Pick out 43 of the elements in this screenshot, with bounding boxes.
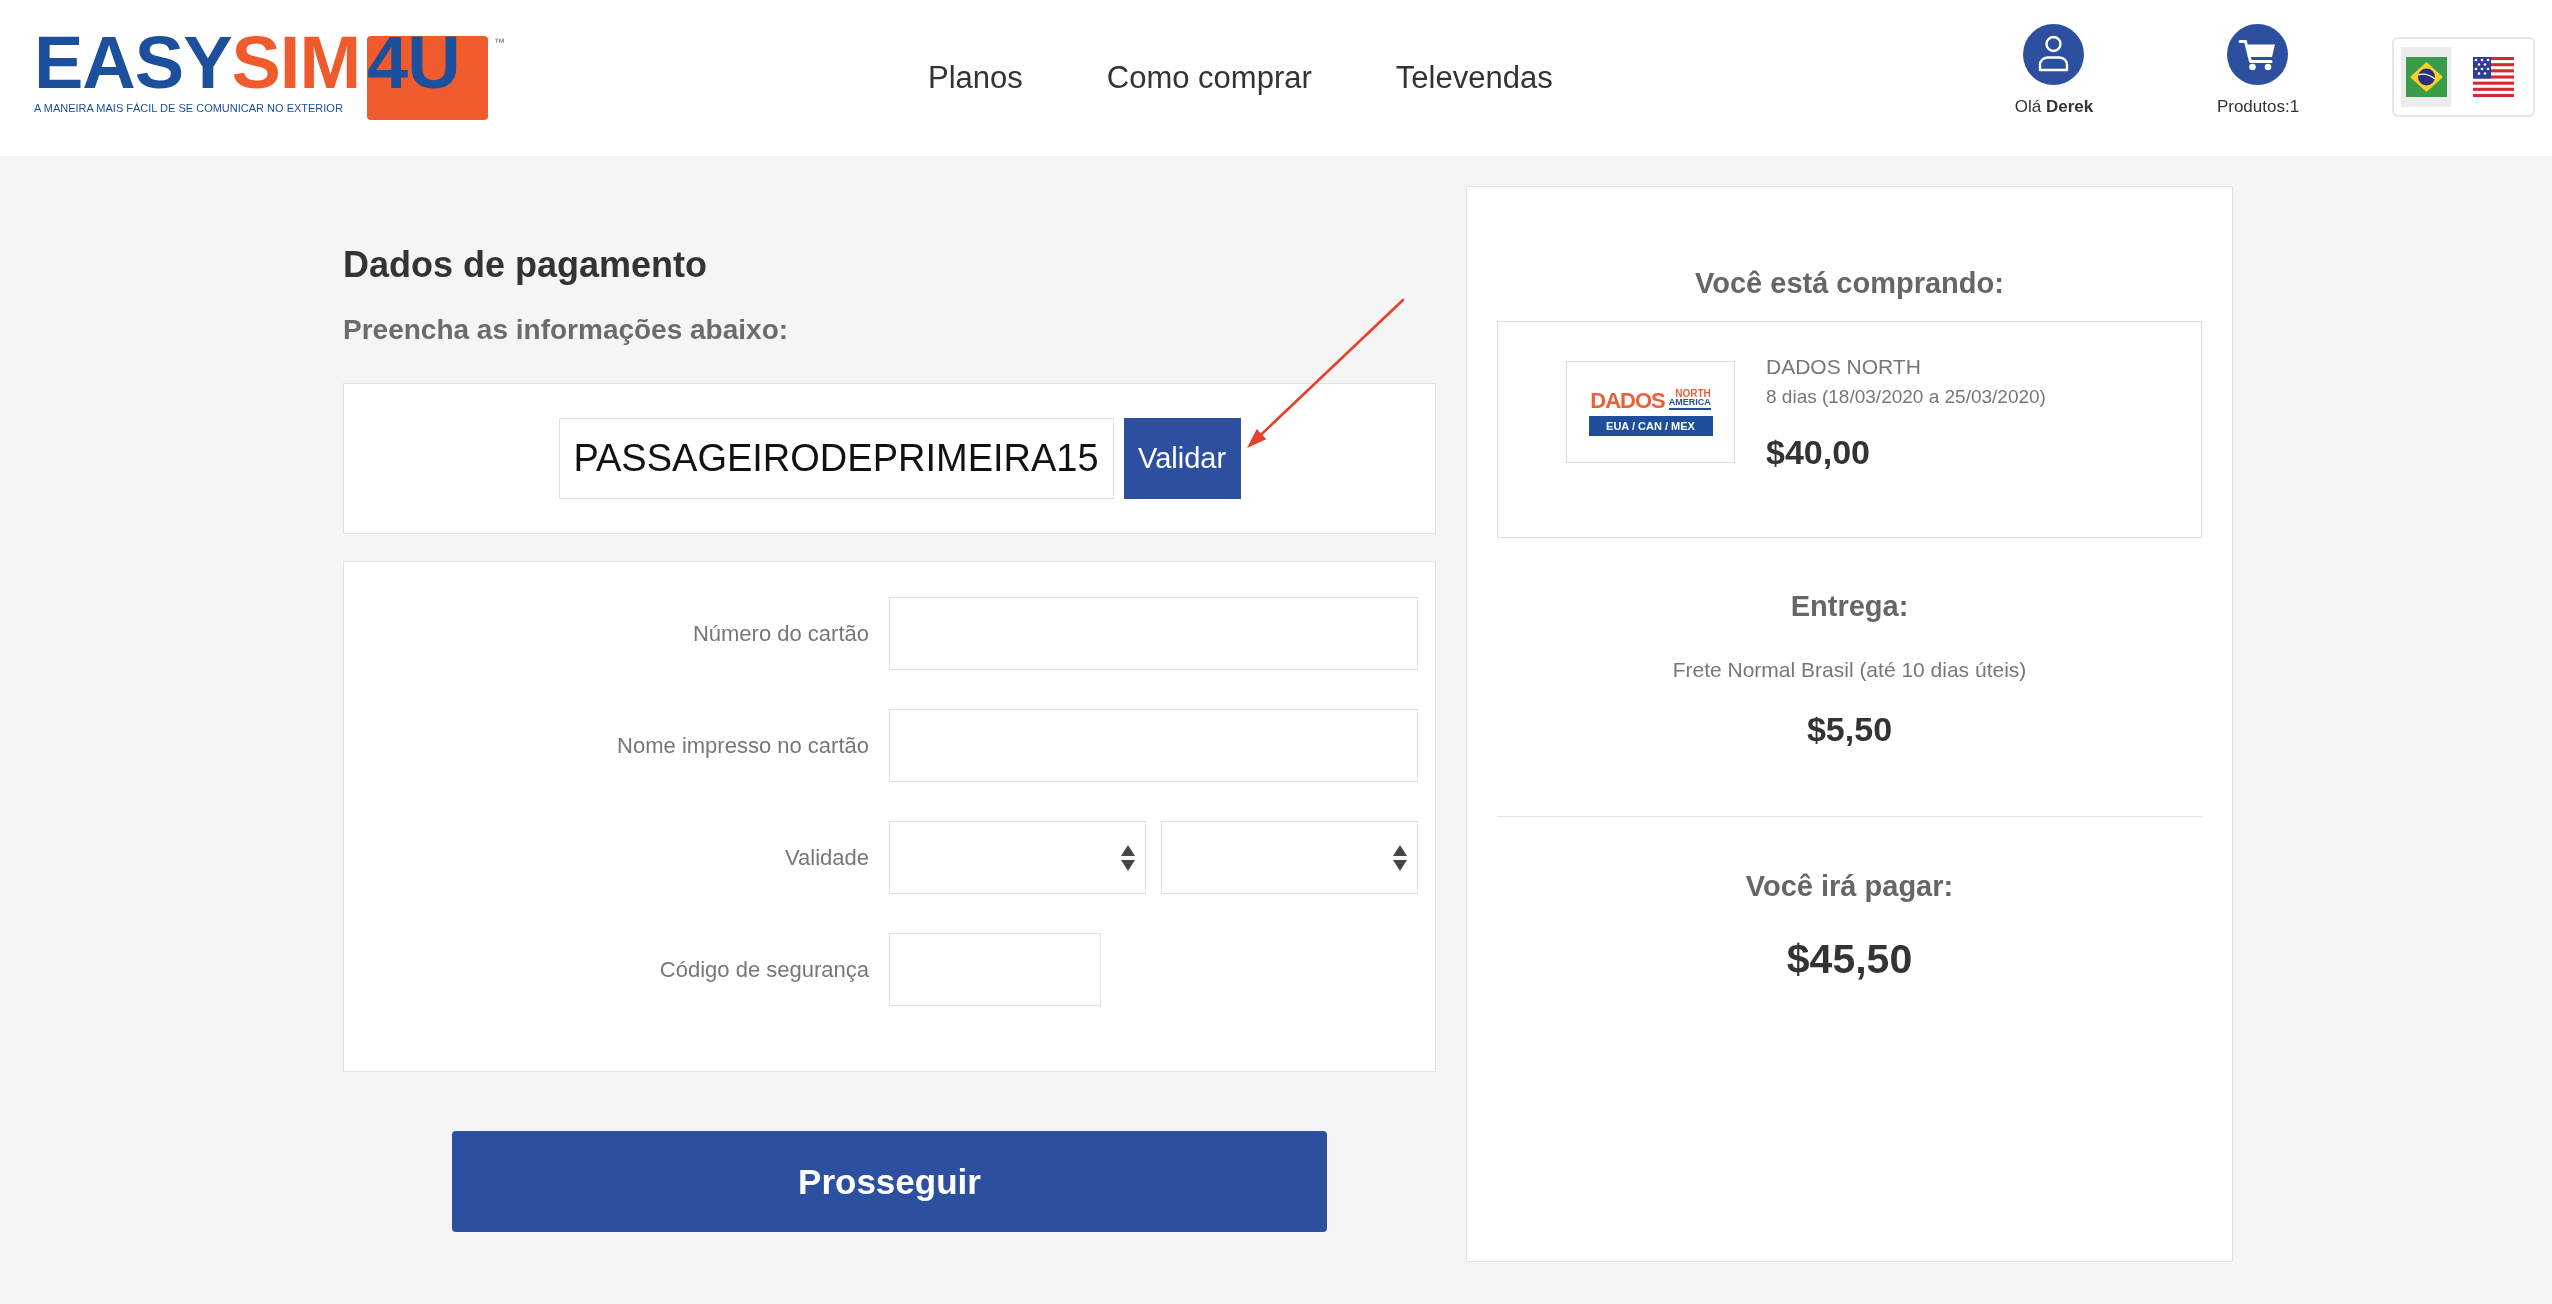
product-image-text: AMERICA bbox=[1668, 397, 1711, 410]
product-price: $40,00 bbox=[1766, 432, 1870, 473]
delivery-price: $5,50 bbox=[1805, 709, 1894, 749]
validate-button[interactable]: Validar bbox=[1123, 418, 1241, 499]
field-label: Código de segurança bbox=[659, 956, 869, 983]
field-label: Nome impresso no cartão bbox=[617, 732, 869, 759]
logo-tagline: A MANEIRA MAIS FÁCIL DE SE COMUNICAR NO EXTERIOR bbox=[34, 103, 343, 114]
cart-icon[interactable] bbox=[2227, 24, 2289, 85]
product-image-title: DADOS bbox=[1590, 391, 1665, 410]
continue-button[interactable]: Prosseguir bbox=[452, 1131, 1327, 1232]
section-heading: Entrega: bbox=[1789, 589, 1910, 624]
select-arrows-icon[interactable] bbox=[1393, 844, 1407, 871]
us-flag-icon[interactable] bbox=[2472, 57, 2514, 97]
section-heading: Você está comprando: bbox=[1694, 266, 2005, 301]
nav-link[interactable]: Planos bbox=[928, 59, 1023, 97]
product-image-band: EUA / CAN / MEX bbox=[1588, 415, 1713, 436]
input-field[interactable] bbox=[889, 933, 1101, 1006]
page-title: Dados de pagamento bbox=[343, 243, 709, 287]
language-button[interactable] bbox=[2401, 47, 2451, 107]
input-field[interactable] bbox=[889, 597, 1418, 670]
logo-badge: 4U bbox=[367, 36, 488, 120]
select-field[interactable] bbox=[889, 821, 1146, 894]
brazil-flag-icon[interactable] bbox=[2405, 57, 2447, 97]
page-subtitle: Preencha as informações abaixo: bbox=[343, 313, 790, 347]
product-duration: 8 dias (18/03/2020 a 25/03/2020) bbox=[1766, 385, 2046, 409]
product-name: DADOS NORTH bbox=[1766, 354, 1921, 380]
field-label: Número do cartão bbox=[692, 620, 869, 647]
account-link[interactable]: Olá Derek bbox=[2014, 24, 2094, 117]
total-price: $45,50 bbox=[1785, 935, 1914, 984]
trademark-sign: ™ bbox=[494, 37, 505, 48]
logo-wordmark: EASYSIM bbox=[34, 36, 361, 90]
coupon-field[interactable]: PASSAGEIRODEPRIMEIRA15 bbox=[558, 418, 1114, 499]
field-label: Validade bbox=[785, 844, 869, 871]
nav-link[interactable]: Televendas bbox=[1395, 59, 1553, 97]
cart-link[interactable]: Produtos:1 bbox=[2216, 24, 2300, 117]
product-image-text: NORTH bbox=[1675, 388, 1711, 398]
select-field[interactable] bbox=[1161, 821, 1418, 894]
delivery-method: Frete Normal Brasil (até 10 dias úteis) bbox=[1671, 657, 2028, 683]
section-heading: Você irá pagar: bbox=[1744, 869, 1955, 904]
input-field[interactable] bbox=[889, 709, 1418, 782]
nav-link[interactable]: Como comprar bbox=[1106, 59, 1312, 97]
user-icon[interactable] bbox=[2023, 24, 2085, 85]
select-arrows-icon[interactable] bbox=[1121, 844, 1135, 871]
